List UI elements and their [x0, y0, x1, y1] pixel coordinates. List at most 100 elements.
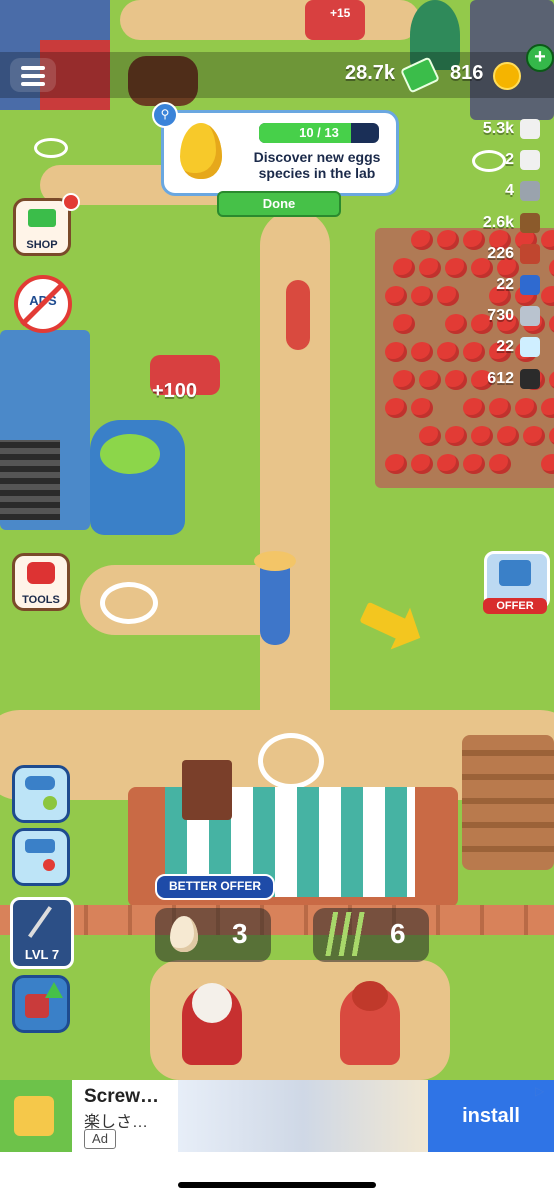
tools-label: TOOLS	[22, 594, 60, 606]
horseshoe-icon	[520, 150, 540, 171]
bottom-safe-area	[0, 1152, 554, 1200]
quest-done-button[interactable]: Done	[217, 191, 341, 217]
level-label: LVL 7	[24, 947, 60, 962]
tomato-plant	[471, 426, 493, 446]
offer-label: OFFER	[483, 598, 547, 614]
tomato-plant	[393, 370, 415, 390]
toolbox-icon	[27, 562, 55, 584]
resource-row: 5.3k	[483, 117, 540, 141]
egg-icon	[170, 916, 198, 952]
resource-row: 2.6k	[483, 211, 540, 235]
tomato-plant	[393, 258, 415, 278]
pickaxe-level-button[interactable]: LVL 7	[10, 897, 74, 969]
player-character	[254, 551, 296, 645]
offer-button[interactable]: OFFER	[483, 551, 550, 614]
resource-count: 4	[505, 182, 514, 200]
tomato-plant	[515, 398, 537, 418]
resource-row: 612	[487, 367, 540, 391]
shop-button[interactable]: SHOP	[13, 193, 80, 256]
cart-bonus: +15	[330, 6, 351, 20]
tomato-plant	[385, 286, 407, 306]
dirt-path	[120, 0, 420, 40]
tomato-plant	[437, 286, 459, 306]
golden-egg-icon	[180, 123, 222, 179]
quest-panel[interactable]: 10 / 13 Discover new eggs species in the…	[161, 110, 399, 196]
wheelbarrow-bonus: +100	[152, 380, 198, 402]
remove-ads-button[interactable]: ADS	[14, 275, 72, 333]
ad-title[interactable]: Screw…	[84, 1086, 159, 1108]
home-indicator[interactable]	[178, 1182, 376, 1188]
cash-amount: 28.7k	[345, 62, 396, 84]
resource-count: 22	[496, 338, 514, 356]
ad-tag: Ad	[84, 1129, 116, 1149]
brick-icon	[520, 243, 540, 264]
drop-zone-ring[interactable]	[100, 582, 158, 624]
tomato-plant	[445, 314, 467, 334]
tomato-plant	[385, 398, 407, 418]
ring-icon	[520, 119, 540, 139]
gift-box-icon	[499, 560, 531, 586]
toy-house-icon	[14, 1096, 54, 1136]
tomato-plant	[411, 398, 433, 418]
blueprint-icon	[520, 275, 540, 295]
notification-dot	[62, 193, 80, 211]
resource-count: 226	[487, 244, 514, 262]
bamboo-icon	[325, 912, 365, 956]
tomato-plant	[411, 454, 433, 474]
quest-description: Discover new eggs species in the lab	[253, 149, 381, 181]
quest-progress-bar: 10 / 13	[259, 123, 379, 143]
wood-log-icon	[520, 212, 540, 233]
farmer-npc	[286, 280, 310, 350]
resource-row: 226	[487, 242, 540, 266]
cash-stack-icon	[28, 209, 56, 227]
bamboo-request-count: 6	[390, 918, 406, 949]
add-currency-button[interactable]: +	[526, 44, 554, 72]
pickaxe-icon	[28, 906, 52, 938]
diamond-icon	[520, 337, 540, 358]
egg-request-count: 3	[232, 918, 248, 949]
tomato-plant	[419, 370, 441, 390]
better-offer-badge: BETTER OFFER	[155, 874, 275, 900]
resource-count: 2.6k	[482, 213, 514, 231]
ad-screenshots[interactable]	[178, 1080, 428, 1152]
upgrade-button[interactable]	[12, 975, 70, 1033]
shop-label: SHOP	[26, 239, 58, 251]
truck-button[interactable]	[12, 828, 70, 886]
resource-row: 22	[496, 273, 540, 297]
tools-button[interactable]: TOOLS	[12, 553, 70, 611]
helicopter-icon	[25, 776, 55, 790]
drop-zone-ring[interactable]	[472, 150, 506, 172]
ad-choices-icon[interactable]: ▷	[535, 1084, 549, 1098]
drop-zone-ring[interactable]	[34, 138, 68, 158]
tomato-plant	[385, 454, 407, 474]
wood-planks	[462, 735, 554, 870]
tomato-plant	[419, 426, 441, 446]
resource-count: 2	[505, 151, 514, 169]
resource-count: 22	[496, 276, 514, 293]
resource-row: 22	[496, 335, 540, 359]
lime-icon	[43, 796, 57, 810]
menu-button[interactable]	[10, 58, 56, 92]
tomato-plant	[489, 398, 511, 418]
tomato-plant	[411, 286, 433, 306]
ad-app-icon[interactable]	[0, 1080, 72, 1152]
crate-stack	[182, 760, 232, 820]
tomato-plant	[411, 230, 433, 250]
quest-progress-text: 10 / 13	[299, 125, 339, 140]
search-icon[interactable]: ⚲	[152, 102, 178, 128]
conveyor	[0, 330, 90, 530]
tomato-plant	[411, 342, 433, 362]
resource-row: 4	[505, 179, 540, 203]
resource-count: 612	[487, 369, 514, 387]
tomato-plant	[445, 370, 467, 390]
tomato-plant	[437, 454, 459, 474]
coal-icon	[520, 368, 540, 389]
direction-arrow	[359, 601, 409, 641]
helicopter-button[interactable]	[12, 765, 70, 823]
customer-npc	[340, 981, 400, 1065]
steel-ingot-icon	[520, 306, 540, 327]
fence	[0, 905, 554, 935]
drop-zone-ring[interactable]	[258, 733, 324, 789]
tomato-plant	[393, 314, 415, 334]
tomato-plant	[445, 426, 467, 446]
